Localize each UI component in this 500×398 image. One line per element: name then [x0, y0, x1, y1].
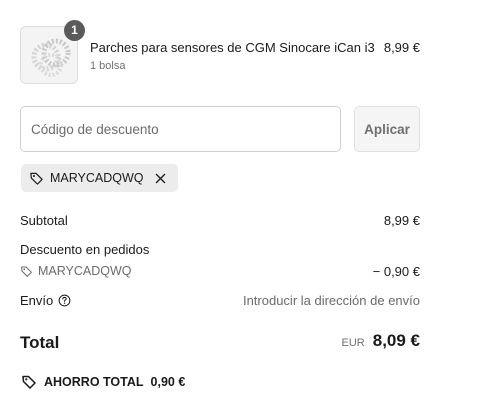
- total-label: Total: [20, 333, 60, 352]
- tag-icon: [22, 375, 36, 389]
- total-value: EUR 8,09 €: [342, 331, 421, 351]
- product-price: 8,99 €: [383, 40, 420, 55]
- apply-button[interactable]: Aplicar: [354, 106, 420, 152]
- tag-icon: [30, 172, 43, 185]
- shipping-value: Introducir la dirección de envío: [242, 293, 420, 308]
- discount-code-input[interactable]: [20, 106, 341, 152]
- subtotal-row: Subtotal 8,99 €: [20, 213, 420, 228]
- total-amount: 8,09 €: [372, 331, 420, 350]
- applied-discount-chip: MARYCADQWQ: [21, 164, 178, 192]
- subtotal-value: 8,99 €: [383, 213, 420, 228]
- applied-discount-code: MARYCADQWQ: [50, 171, 144, 185]
- remove-discount-button[interactable]: [154, 171, 168, 185]
- tag-icon: [21, 266, 32, 277]
- discount-code-text: MARYCADQWQ: [38, 264, 132, 278]
- shipping-label: Envío: [20, 293, 54, 308]
- shipping-row: Envío Introducir la dirección de envío: [20, 293, 420, 308]
- close-icon: [155, 173, 166, 183]
- discount-code-row: MARYCADQWQ − 0,90 €: [20, 264, 420, 279]
- product-name: Parches para sensores de CGM Sinocare iC…: [90, 40, 375, 55]
- order-discount-label: Descuento en pedidos: [20, 242, 150, 257]
- subtotal-label: Subtotal: [20, 213, 68, 228]
- discount-code-line: MARYCADQWQ: [20, 264, 420, 278]
- order-discount-row: Descuento en pedidos: [20, 242, 420, 257]
- product-line: 1 Parches para sensores de CGM Sinocare …: [20, 20, 420, 84]
- quantity-badge: 1: [64, 20, 85, 41]
- savings-label: AHORRO TOTAL: [44, 375, 144, 389]
- discount-value: − 0,90 €: [372, 264, 420, 279]
- savings-amount: 0,90 €: [150, 375, 186, 389]
- product-variant: 1 bolsa: [90, 60, 126, 72]
- total-currency: EUR: [341, 337, 365, 349]
- total-savings: AHORRO TOTAL 0,90 €: [21, 374, 185, 390]
- help-icon[interactable]: [58, 294, 71, 307]
